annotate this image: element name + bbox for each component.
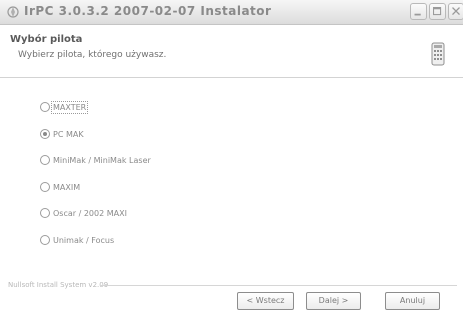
window-title: IrPC 3.0.3.2 2007-02-07 Instalator: [24, 4, 272, 18]
radio-option-maxim[interactable]: MAXIM: [40, 180, 80, 194]
radio-option-unimak[interactable]: Unimak / Focus: [40, 233, 114, 247]
option-label: Unimak / Focus: [53, 235, 115, 245]
radio-button[interactable]: [40, 102, 50, 112]
option-label: PC MAK: [53, 129, 84, 139]
radio-button[interactable]: [40, 155, 50, 165]
radio-button[interactable]: [40, 182, 50, 192]
page-title: Wybór pilota: [10, 34, 83, 45]
option-label: MAXIM: [53, 182, 81, 192]
page-subtitle: Wybierz pilota, którego używasz.: [18, 50, 167, 60]
radio-option-pc-mak[interactable]: PC MAK: [40, 127, 84, 141]
radio-option-minimak[interactable]: MiniMak / MiniMak Laser: [40, 153, 151, 167]
option-label: MiniMak / MiniMak Laser: [53, 155, 151, 165]
maximize-button[interactable]: [429, 3, 446, 20]
minimize-button[interactable]: [410, 3, 427, 20]
minimize-icon: [414, 13, 421, 16]
radio-option-oscar[interactable]: Oscar / 2002 MAXI: [40, 206, 127, 220]
radio-button[interactable]: [40, 235, 50, 245]
remote-control-icon: [431, 42, 445, 66]
footer-divider: [100, 285, 457, 286]
option-label: MAXTER: [50, 100, 89, 114]
back-button[interactable]: < Wstecz: [237, 292, 294, 310]
close-icon: [452, 7, 460, 16]
maximize-icon: [433, 7, 442, 16]
title-bar: IrPC 3.0.3.2 2007-02-07 Instalator: [0, 0, 463, 25]
installer-brand: Nullsoft Install System v2.09: [8, 281, 109, 289]
option-label: Oscar / 2002 MAXI: [53, 208, 127, 218]
installer-icon: [7, 6, 19, 18]
next-button[interactable]: Dalej >: [306, 292, 361, 310]
cancel-button[interactable]: Anuluj: [385, 292, 440, 310]
close-button[interactable]: [448, 3, 463, 20]
page-header: Wybór pilota Wybierz pilota, którego uży…: [0, 25, 463, 78]
radio-button[interactable]: [40, 208, 50, 218]
radio-button-selected[interactable]: [40, 129, 50, 139]
radio-option-maxter[interactable]: MAXTER: [40, 100, 89, 114]
